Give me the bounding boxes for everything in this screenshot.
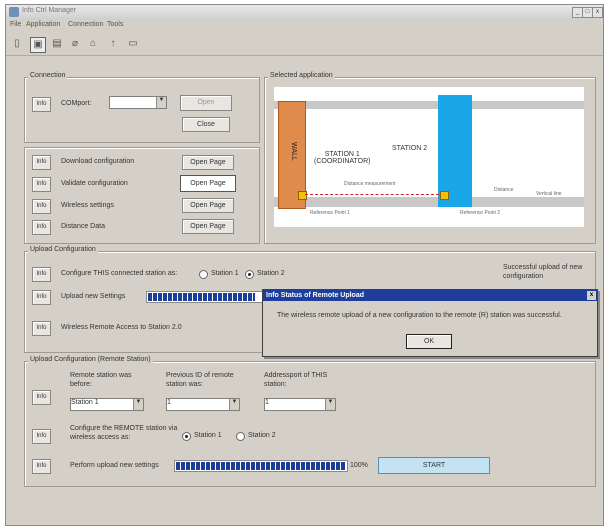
remote-station1-radio-label: Station 1 — [194, 432, 222, 439]
menu-application[interactable]: Application — [26, 21, 60, 28]
station2-radio-label: Station 2 — [257, 270, 285, 277]
distance-measurement-label: Distance measurement — [344, 181, 396, 187]
open-page-button[interactable]: Open Page — [182, 219, 234, 234]
info-button[interactable]: Info — [32, 267, 51, 282]
app-window: Info Ctrl Manager _ □ x File Application… — [5, 4, 604, 526]
download-configuration-label: Download configuration — [61, 158, 135, 165]
info-button[interactable]: Info — [32, 155, 51, 170]
menu-connection[interactable]: Connection — [68, 21, 103, 28]
comport-select[interactable]: ▼ — [109, 96, 167, 109]
wireless-access-label: Wireless Remote Access to Station 2.0 — [61, 324, 182, 331]
selected-application-legend: Selected application — [268, 72, 335, 79]
open-page-button[interactable]: Open Page — [182, 198, 234, 213]
upload-configuration-legend: Upload Configuration — [28, 246, 98, 253]
station2-label: STATION 2 — [392, 145, 428, 152]
remote-before-select[interactable]: Station 1 ▼ — [70, 398, 144, 411]
monitor-icon[interactable]: ▭ — [126, 37, 140, 51]
remote-before-label: Remote station was before: — [70, 372, 132, 388]
ok-button[interactable]: OK — [406, 334, 452, 349]
info-button[interactable]: Info — [32, 459, 51, 474]
distance-label: Distance — [494, 187, 514, 193]
configure-remote-label: Configure the REMOTE station via wireles… — [70, 425, 178, 441]
wall-label: WALL — [290, 142, 297, 161]
sensor-station2 — [440, 191, 449, 200]
open-button[interactable]: Open — [180, 95, 232, 111]
info-button[interactable]: Info — [32, 97, 51, 112]
previous-id-select[interactable]: 1 ▼ — [166, 398, 240, 411]
reference-point-2-label: Reference Point 2 — [460, 210, 501, 216]
connection-legend: Connection — [28, 72, 68, 79]
floor-rail — [274, 197, 584, 207]
remote-progress-text: 100% — [350, 462, 368, 469]
info-button[interactable]: Info — [32, 199, 51, 214]
remote-station-legend: Upload Configuration (Remote Station) — [28, 356, 153, 363]
toolbar: ▯ ▣ ▤ ⌀ ⌂ ↑ ▭ — [6, 33, 603, 56]
info-button[interactable]: Info — [32, 220, 51, 235]
chevron-down-icon: ▼ — [229, 399, 239, 410]
station2-radio[interactable] — [245, 270, 254, 279]
previous-id-value: 1 — [167, 399, 171, 406]
info-button[interactable]: Info — [32, 290, 51, 305]
new-icon[interactable]: ▯ — [10, 37, 24, 51]
station1-radio[interactable] — [199, 270, 208, 279]
distance-data-label: Distance Data — [61, 223, 105, 230]
info-button[interactable]: Info — [32, 429, 51, 444]
addressport-label: Addressport of THIS station: — [264, 372, 328, 388]
dialog-title-bar: Info Status of Remote Upload x — [263, 290, 597, 301]
start-button[interactable]: START — [378, 457, 490, 474]
app-icon — [9, 7, 19, 17]
dialog-title: Info Status of Remote Upload — [266, 292, 364, 299]
chevron-down-icon: ▼ — [133, 399, 143, 410]
station1-radio-label: Station 1 — [211, 270, 239, 277]
tools-icon[interactable]: ⌂ — [86, 37, 100, 51]
success-note: Successful upload of new configuration — [503, 264, 583, 280]
wireless-settings-label: Wireless settings — [61, 202, 114, 209]
remote-station2-radio-label: Station 2 — [248, 432, 276, 439]
upload-status-dialog: Info Status of Remote Upload x The wirel… — [262, 289, 598, 357]
info-button[interactable]: Info — [32, 177, 51, 192]
menu-bar: File Application Connection Tools — [6, 19, 603, 32]
info-button[interactable]: Info — [32, 390, 51, 405]
info-button[interactable]: Info — [32, 321, 51, 336]
menu-tools[interactable]: Tools — [107, 21, 123, 28]
remote-before-value: Station 1 — [71, 399, 99, 406]
previous-id-label: Previous ID of remote station was: — [166, 372, 234, 388]
remote-station1-radio[interactable] — [182, 432, 191, 441]
open-page-button[interactable]: Open Page — [180, 175, 236, 192]
application-diagram: WALL STATION 1 (COORDINATOR) STATION 2 D… — [274, 87, 584, 227]
remote-station2-radio[interactable] — [236, 432, 245, 441]
vertical-line-label: Vertical line — [536, 191, 562, 197]
close-button[interactable]: Close — [182, 117, 230, 132]
configure-station-label: Configure THIS connected station as: — [61, 270, 178, 277]
close-icon[interactable]: x — [587, 291, 596, 300]
distance-line — [305, 194, 439, 195]
save-icon[interactable]: ▣ — [30, 37, 46, 53]
attach-icon[interactable]: ⌀ — [68, 37, 82, 51]
comport-label: COMport: — [61, 100, 92, 107]
dialog-message: The wireless remote upload of a new conf… — [277, 312, 562, 319]
menu-file[interactable]: File — [10, 21, 21, 28]
validate-configuration-label: Validate configuration — [61, 180, 128, 187]
window-title: Info Ctrl Manager — [22, 7, 77, 14]
reference-point-1-label: Reference Point 1 — [310, 210, 351, 216]
chevron-down-icon: ▼ — [325, 399, 335, 410]
close-icon[interactable]: x — [592, 7, 603, 18]
modules-icon[interactable]: ▤ — [50, 37, 64, 51]
title-bar: Info Ctrl Manager _ □ x — [6, 5, 603, 19]
antenna-icon[interactable]: ↑ — [106, 37, 120, 51]
addressport-value: 1 — [265, 399, 269, 406]
perform-upload-label: Perform upload new settings — [70, 462, 159, 469]
sensor-station1 — [298, 191, 307, 200]
top-beam — [274, 101, 584, 109]
addressport-select[interactable]: 1 ▼ — [264, 398, 336, 411]
remote-progress-bar — [174, 460, 348, 472]
chevron-down-icon: ▼ — [156, 97, 166, 108]
upload-progress-fill — [148, 293, 256, 301]
open-page-button[interactable]: Open Page — [182, 155, 234, 170]
remote-progress-fill — [176, 462, 346, 470]
station1-label: STATION 1 (COORDINATOR) — [314, 151, 371, 165]
upload-settings-label: Upload new Settings — [61, 293, 126, 300]
